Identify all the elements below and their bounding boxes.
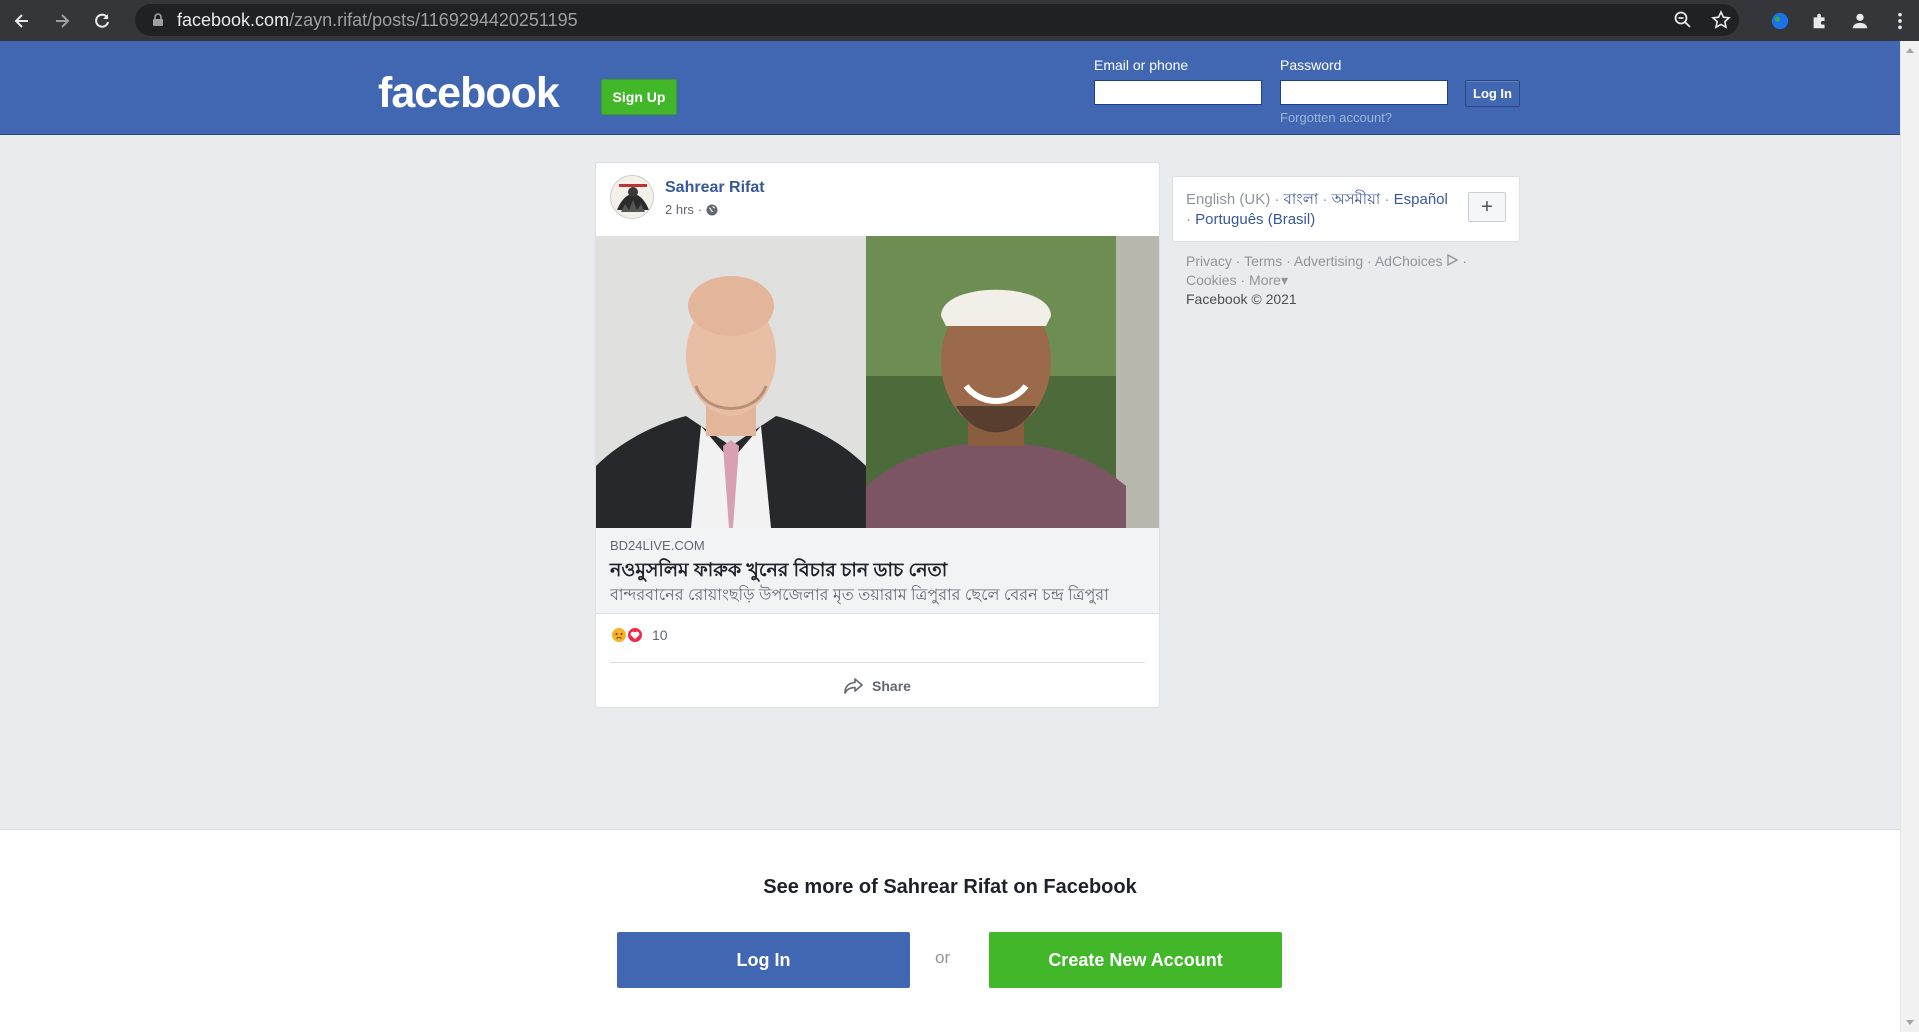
more-link[interactable]: More — [1249, 272, 1281, 288]
language-spanish-link[interactable]: Español — [1394, 191, 1448, 208]
menu-kebab-icon[interactable] — [1889, 10, 1911, 32]
more-languages-button[interactable]: + — [1468, 192, 1506, 222]
post-time[interactable]: 2 hrs — [665, 202, 694, 217]
password-label: Password — [1280, 57, 1342, 73]
forward-button[interactable] — [44, 3, 80, 39]
copyright: Facebook © 2021 — [1186, 291, 1297, 307]
email-field[interactable] — [1094, 80, 1262, 105]
forgotten-account-link[interactable]: Forgotten account? — [1280, 110, 1392, 125]
extension-globe-icon[interactable] — [1769, 10, 1791, 32]
reload-button[interactable] — [84, 3, 120, 39]
forward-arrow-icon — [56, 13, 70, 28]
link-domain: BD24LIVE.COM — [610, 538, 705, 553]
facebook-header: facebook Sign Up Email or phone Password… — [0, 41, 1900, 135]
adchoices-link[interactable]: AdChoices — [1375, 253, 1443, 269]
scroll-down-arrow-icon[interactable] — [1906, 1020, 1914, 1025]
address-bar[interactable]: facebook.com/zayn.rifat/posts/1169294420… — [135, 4, 1739, 36]
promo-title: See more of Sahrear Rifat on Facebook — [763, 876, 1137, 898]
email-label: Email or phone — [1094, 57, 1189, 73]
facebook-logo[interactable]: facebook — [378, 69, 560, 118]
share-label: Share — [872, 678, 911, 694]
promo-login-button[interactable]: Log In — [617, 932, 910, 988]
advertising-link[interactable]: Advertising — [1294, 253, 1363, 269]
post-meta: 2 hrs · — [665, 202, 718, 217]
public-globe-icon — [706, 204, 718, 215]
author-avatar[interactable] — [610, 175, 654, 219]
cookies-link[interactable]: Cookies — [1186, 272, 1237, 288]
share-button[interactable]: Share — [596, 668, 1159, 704]
signup-button[interactable]: Sign Up — [601, 79, 677, 115]
promo-or-text: or — [935, 948, 951, 967]
post-card: Sahrear Rifat 2 hrs · BD24LIVE.COM নওমুস… — [595, 162, 1160, 708]
current-language: English (UK) — [1186, 191, 1271, 208]
extensions-puzzle-icon[interactable] — [1809, 10, 1831, 32]
link-description: বান্দরবানের রোয়াংছড়ি উপজেলার মৃত তয়ার… — [610, 587, 1109, 604]
privacy-link[interactable]: Privacy — [1186, 253, 1232, 269]
footer-links: Privacy · Terms · Advertising · AdChoice… — [1186, 253, 1467, 307]
bookmark-star-icon[interactable] — [1711, 10, 1731, 30]
more-caret-icon: ▾ — [1280, 272, 1288, 288]
password-field[interactable] — [1280, 80, 1448, 105]
url-path: /zayn.rifat/posts/1169294420251195 — [289, 9, 578, 30]
reactions-summary[interactable]: 10 — [610, 626, 668, 644]
reaction-count: 10 — [652, 627, 668, 643]
terms-link[interactable]: Terms — [1244, 253, 1282, 269]
share-arrow-icon — [844, 678, 863, 694]
language-bangla-link[interactable]: বাংলা — [1284, 191, 1319, 208]
language-portuguese-link[interactable]: Português (Brasil) — [1195, 211, 1315, 228]
back-button[interactable] — [4, 3, 40, 39]
language-selector: English (UK) · বাংলা · অসমীয়া · Español… — [1172, 176, 1520, 242]
love-reaction-icon — [626, 626, 644, 644]
url-host: facebook.com — [177, 9, 290, 30]
post-link-image[interactable] — [596, 236, 1159, 528]
meta-separator: · — [697, 202, 703, 217]
back-arrow-icon — [14, 13, 28, 28]
adchoices-icon — [1447, 253, 1459, 267]
link-preview[interactable]: BD24LIVE.COM নওমুসলিম ফারুক খুনের বিচার … — [596, 528, 1159, 614]
login-promo-banner: See more of Sahrear Rifat on Facebook Lo… — [0, 829, 1900, 1032]
reload-icon — [95, 13, 109, 28]
browser-toolbar: facebook.com/zayn.rifat/posts/1169294420… — [0, 0, 1919, 41]
author-name[interactable]: Sahrear Rifat — [665, 179, 765, 197]
page-scrollbar[interactable] — [1900, 41, 1919, 1032]
create-account-button[interactable]: Create New Account — [989, 932, 1282, 988]
language-assamese-link[interactable]: অসমীয়া — [1332, 191, 1381, 208]
url-text: facebook.com/zayn.rifat/posts/1169294420… — [177, 10, 578, 31]
zoom-icon[interactable] — [1673, 10, 1693, 30]
language-list: English (UK) · বাংলা · অসমীয়া · Español… — [1186, 191, 1448, 228]
profile-icon[interactable] — [1849, 10, 1871, 32]
lock-icon — [151, 13, 165, 27]
scroll-up-arrow-icon[interactable] — [1906, 48, 1914, 53]
header-login-button[interactable]: Log In — [1465, 80, 1520, 107]
post-divider — [610, 662, 1145, 663]
